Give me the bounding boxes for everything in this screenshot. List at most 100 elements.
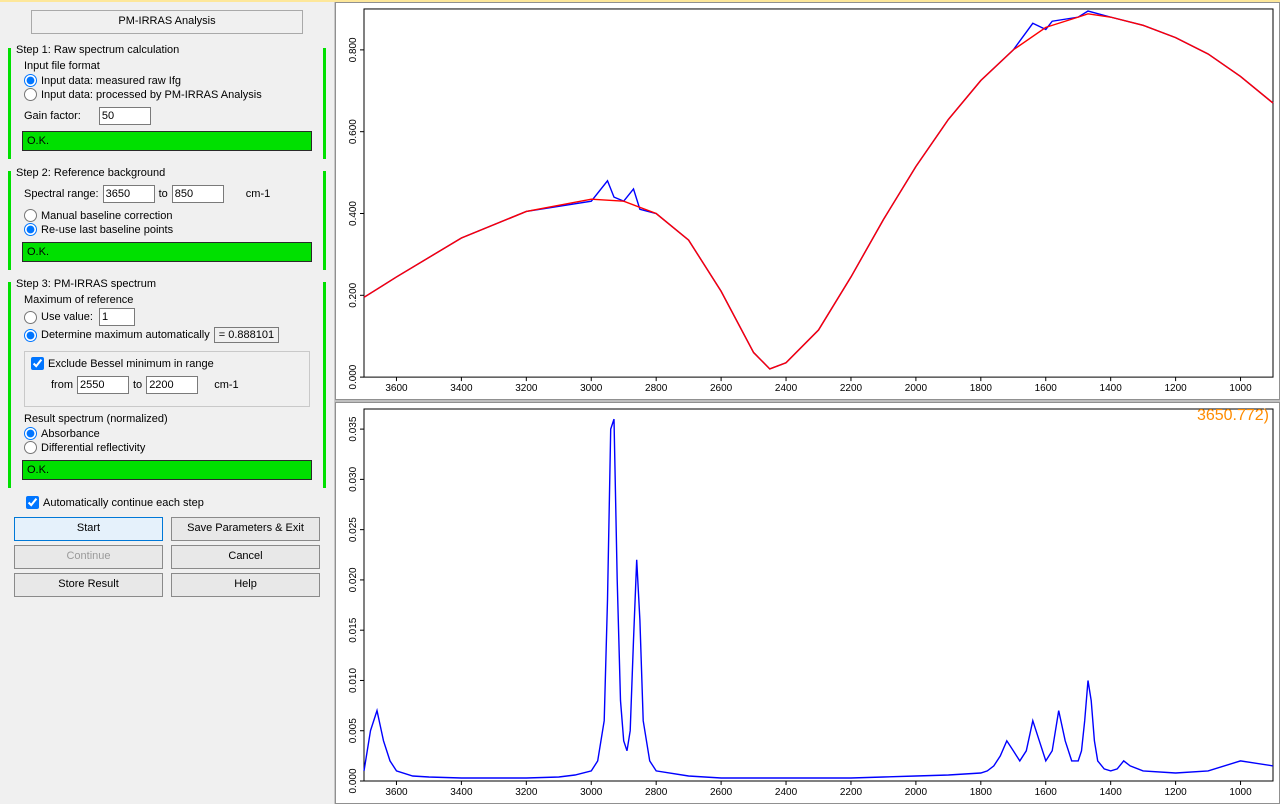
radio-processed-label: Input data: processed by PM-IRRAS Analys… bbox=[41, 89, 262, 101]
svg-text:1200: 1200 bbox=[1164, 383, 1187, 394]
radio-use-value-label: Use value: bbox=[41, 311, 93, 323]
radio-raw-ifg-input[interactable] bbox=[24, 74, 37, 87]
bessel-to-input[interactable] bbox=[146, 376, 198, 394]
auto-continue-checkbox[interactable] bbox=[26, 496, 39, 509]
svg-text:0.400: 0.400 bbox=[348, 201, 359, 226]
radio-auto-max-label: Determine maximum automatically bbox=[41, 329, 210, 341]
step3-block: Step 3: PM-IRRAS spectrum Maximum of ref… bbox=[10, 278, 324, 488]
radio-use-value[interactable]: Use value: bbox=[24, 308, 320, 326]
start-button[interactable]: Start bbox=[14, 517, 163, 541]
step2-status: O.K. bbox=[22, 242, 312, 262]
spectral-range-to-input[interactable] bbox=[172, 185, 224, 203]
svg-text:1800: 1800 bbox=[970, 787, 993, 798]
svg-text:2600: 2600 bbox=[710, 787, 733, 798]
reference-chart[interactable]: 0.0000.2000.4000.6000.800360034003200300… bbox=[335, 2, 1280, 400]
radio-raw-ifg[interactable]: Input data: measured raw Ifg bbox=[24, 74, 320, 87]
step2-title: Step 2: Reference background bbox=[16, 167, 320, 179]
svg-text:0.600: 0.600 bbox=[348, 119, 359, 144]
radio-diff-refl-input[interactable] bbox=[24, 441, 37, 454]
radio-absorbance[interactable]: Absorbance bbox=[24, 427, 320, 440]
step2-status-bar-left bbox=[8, 171, 11, 270]
input-format-label: Input file format bbox=[24, 60, 320, 72]
save-params-button[interactable]: Save Parameters & Exit bbox=[171, 517, 320, 541]
result-chart[interactable]: 3650.772) 0.0000.0050.0100.0150.0200.025… bbox=[335, 402, 1280, 804]
radio-auto-max[interactable]: Determine maximum automatically = 0.8881… bbox=[24, 327, 320, 343]
analysis-header-button[interactable]: PM-IRRAS Analysis bbox=[31, 10, 303, 34]
svg-text:3600: 3600 bbox=[385, 787, 408, 798]
step3-status-bar-right bbox=[323, 282, 326, 488]
svg-text:2800: 2800 bbox=[645, 383, 668, 394]
cancel-button[interactable]: Cancel bbox=[171, 545, 320, 569]
svg-text:0.015: 0.015 bbox=[348, 617, 359, 642]
step3-status-bar-left bbox=[8, 282, 11, 488]
spectral-range-label: Spectral range: bbox=[24, 188, 99, 200]
svg-text:3200: 3200 bbox=[515, 383, 538, 394]
radio-processed[interactable]: Input data: processed by PM-IRRAS Analys… bbox=[24, 88, 320, 101]
svg-text:2400: 2400 bbox=[775, 383, 798, 394]
continue-button[interactable]: Continue bbox=[14, 545, 163, 569]
svg-text:1600: 1600 bbox=[1035, 787, 1058, 798]
svg-text:0.010: 0.010 bbox=[348, 668, 359, 693]
step1-status: O.K. bbox=[22, 131, 312, 151]
gain-factor-input[interactable] bbox=[99, 107, 151, 125]
svg-text:1400: 1400 bbox=[1100, 787, 1123, 798]
svg-text:2200: 2200 bbox=[840, 787, 863, 798]
bessel-checkbox-row[interactable]: Exclude Bessel minimum in range bbox=[31, 357, 303, 370]
svg-text:3200: 3200 bbox=[515, 787, 538, 798]
radio-diff-refl[interactable]: Differential reflectivity bbox=[24, 441, 320, 454]
svg-text:3400: 3400 bbox=[450, 787, 473, 798]
svg-text:0.020: 0.020 bbox=[348, 567, 359, 592]
bessel-checkbox[interactable] bbox=[31, 357, 44, 370]
auto-continue-row[interactable]: Automatically continue each step bbox=[26, 496, 324, 509]
maxref-label: Maximum of reference bbox=[24, 294, 320, 306]
svg-text:2200: 2200 bbox=[840, 383, 863, 394]
step2-status-bar-right bbox=[323, 171, 326, 270]
svg-text:2000: 2000 bbox=[905, 383, 928, 394]
radio-diff-refl-label: Differential reflectivity bbox=[41, 442, 145, 454]
bessel-to-word: to bbox=[133, 379, 142, 391]
radio-manual-baseline[interactable]: Manual baseline correction bbox=[24, 209, 320, 222]
use-value-input[interactable] bbox=[99, 308, 135, 326]
svg-text:2800: 2800 bbox=[645, 787, 668, 798]
svg-text:1600: 1600 bbox=[1035, 383, 1058, 394]
bessel-from-word: from bbox=[51, 379, 73, 391]
result-spectrum-label: Result spectrum (normalized) bbox=[24, 413, 320, 425]
radio-absorbance-input[interactable] bbox=[24, 427, 37, 440]
bessel-unit: cm-1 bbox=[214, 379, 238, 391]
plot-panel: 0.0000.2000.4000.6000.800360034003200300… bbox=[335, 2, 1280, 804]
svg-text:0.035: 0.035 bbox=[348, 416, 359, 441]
svg-text:1800: 1800 bbox=[970, 383, 993, 394]
step1-title: Step 1: Raw spectrum calculation bbox=[16, 44, 320, 56]
radio-reuse-baseline[interactable]: Re-use last baseline points bbox=[24, 223, 320, 236]
svg-text:1000: 1000 bbox=[1229, 787, 1252, 798]
control-panel: PM-IRRAS Analysis Step 1: Raw spectrum c… bbox=[0, 2, 335, 804]
svg-text:2400: 2400 bbox=[775, 787, 798, 798]
svg-text:2000: 2000 bbox=[905, 787, 928, 798]
help-button[interactable]: Help bbox=[171, 573, 320, 597]
radio-auto-max-input[interactable] bbox=[24, 329, 37, 342]
svg-text:3600: 3600 bbox=[385, 383, 408, 394]
radio-manual-baseline-input[interactable] bbox=[24, 209, 37, 222]
spectral-range-from-input[interactable] bbox=[103, 185, 155, 203]
spectral-range-unit: cm-1 bbox=[246, 188, 270, 200]
step3-title: Step 3: PM-IRRAS spectrum bbox=[16, 278, 320, 290]
store-result-button[interactable]: Store Result bbox=[14, 573, 163, 597]
range-to-word: to bbox=[159, 188, 168, 200]
bessel-from-input[interactable] bbox=[77, 376, 129, 394]
bessel-group: Exclude Bessel minimum in range from to … bbox=[24, 351, 310, 407]
auto-continue-label: Automatically continue each step bbox=[43, 497, 204, 509]
svg-text:0.005: 0.005 bbox=[348, 718, 359, 743]
radio-reuse-baseline-label: Re-use last baseline points bbox=[41, 224, 173, 236]
radio-processed-input[interactable] bbox=[24, 88, 37, 101]
svg-text:1400: 1400 bbox=[1100, 383, 1123, 394]
step1-block: Step 1: Raw spectrum calculation Input f… bbox=[10, 44, 324, 159]
radio-use-value-input[interactable] bbox=[24, 311, 37, 324]
bessel-checkbox-label: Exclude Bessel minimum in range bbox=[48, 358, 214, 370]
radio-manual-baseline-label: Manual baseline correction bbox=[41, 210, 172, 222]
svg-text:1200: 1200 bbox=[1164, 787, 1187, 798]
step2-block: Step 2: Reference background Spectral ra… bbox=[10, 167, 324, 270]
svg-text:2600: 2600 bbox=[710, 383, 733, 394]
auto-max-value: = 0.888101 bbox=[214, 327, 279, 343]
radio-reuse-baseline-input[interactable] bbox=[24, 223, 37, 236]
svg-text:0.000: 0.000 bbox=[348, 364, 359, 389]
